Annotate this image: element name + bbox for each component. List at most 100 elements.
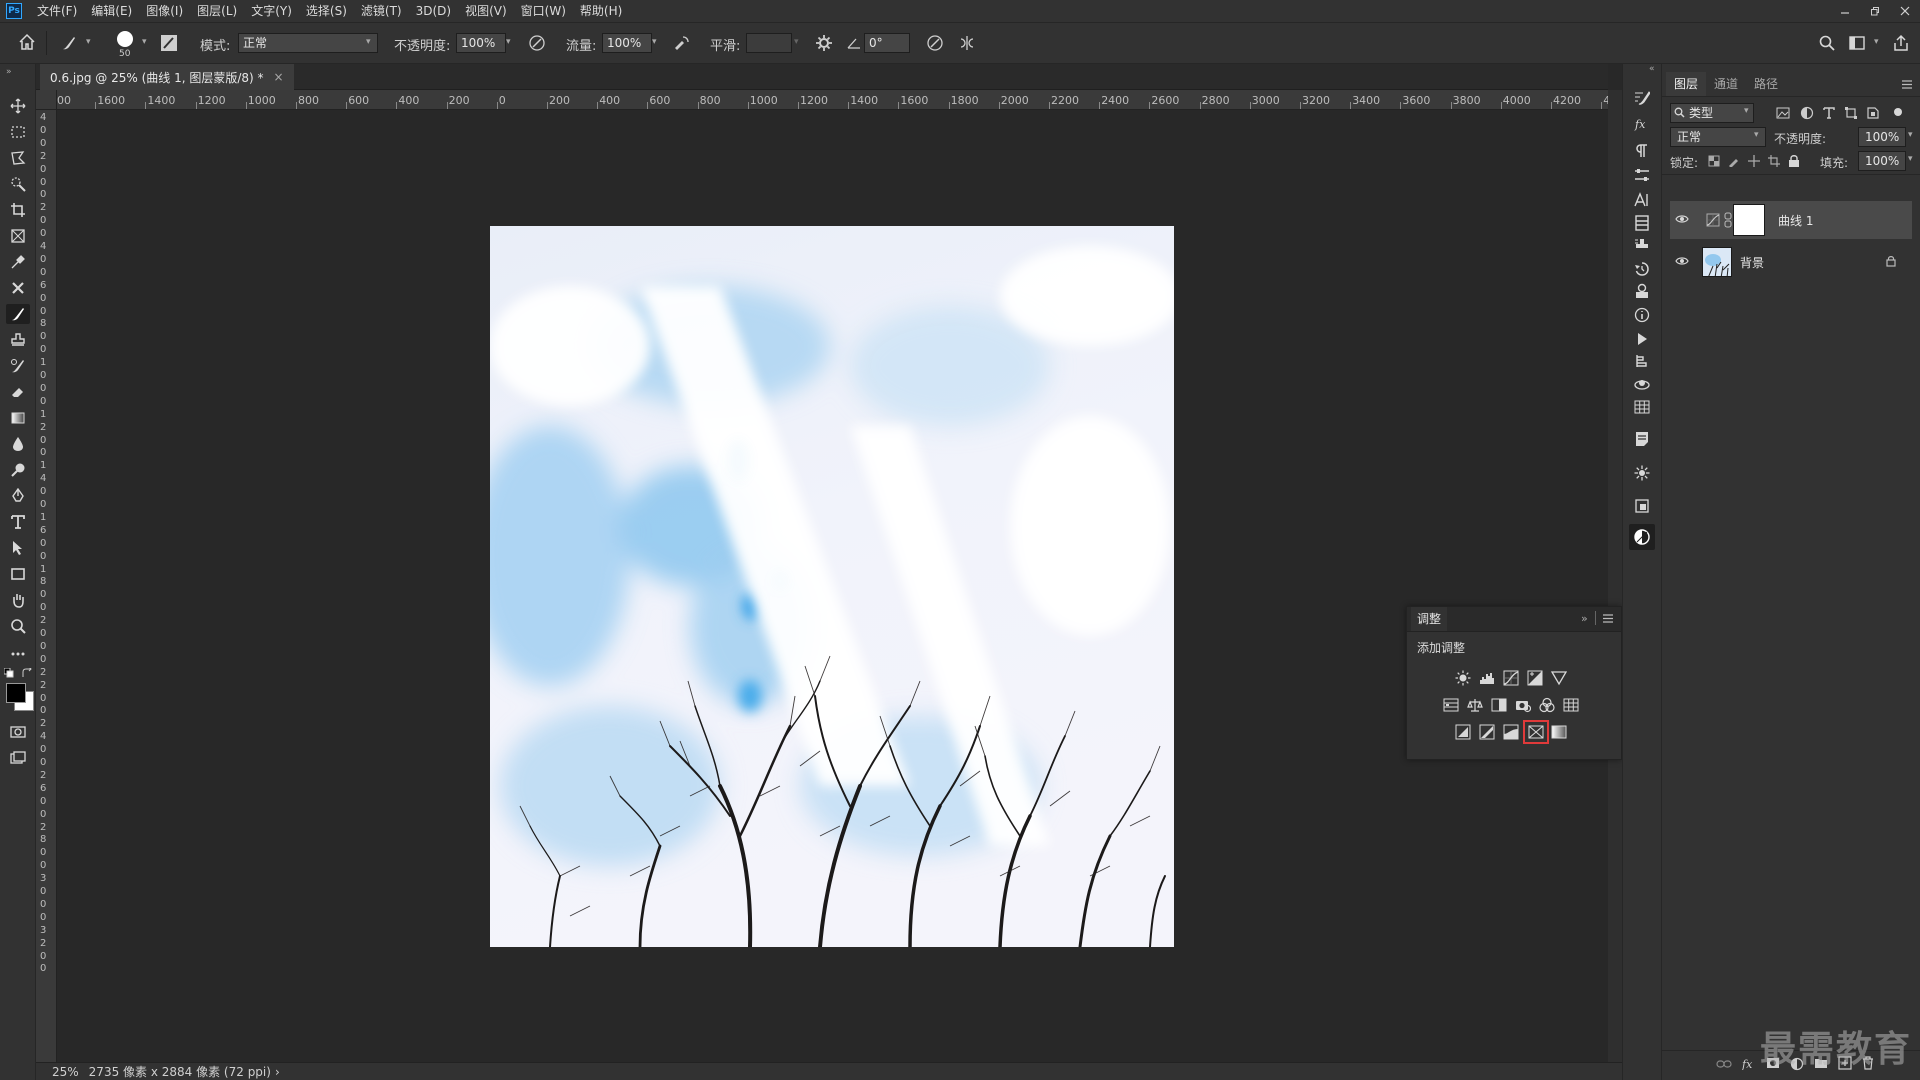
paragraph-icon[interactable] <box>1633 142 1651 160</box>
menu-filter[interactable]: 滤镜(T) <box>354 0 409 22</box>
status-arrow-icon[interactable]: › <box>275 1065 280 1079</box>
menu-help[interactable]: 帮助(H) <box>573 0 629 22</box>
exposure-icon[interactable] <box>1527 670 1543 686</box>
filter-type-icon[interactable] <box>1822 106 1836 120</box>
minimize-icon[interactable] <box>1830 0 1860 22</box>
visibility-eye-icon[interactable] <box>1675 255 1689 267</box>
document-image[interactable] <box>490 226 1174 947</box>
vertical-scrollbar[interactable] <box>1608 90 1622 1062</box>
filter-toggle-icon[interactable] <box>1894 108 1902 116</box>
lock-transparency-icon[interactable] <box>1708 155 1720 167</box>
brightness-icon[interactable] <box>1455 670 1471 686</box>
black-white-icon[interactable] <box>1491 697 1507 713</box>
hue-saturation-icon[interactable] <box>1443 697 1459 713</box>
brush-settings-icon[interactable] <box>160 34 178 52</box>
pressure-opacity-icon[interactable] <box>528 34 546 52</box>
chevron-down-icon[interactable]: ▾ <box>652 37 657 47</box>
threshold-icon[interactable] <box>1503 724 1519 740</box>
path-selection-tool-icon[interactable] <box>8 538 28 558</box>
more-tools-icon[interactable] <box>8 644 28 664</box>
chevron-down-icon[interactable]: ▾ <box>142 37 147 47</box>
gradient-map-button[interactable] <box>1523 720 1549 744</box>
menu-image[interactable]: 图像(I) <box>139 0 190 22</box>
tab-layers[interactable]: 图层 <box>1666 72 1707 96</box>
layer-thumbnail[interactable] <box>1702 247 1732 277</box>
flow-input[interactable]: 100% <box>602 33 652 53</box>
screen-mode-icon[interactable] <box>8 748 28 768</box>
tab-channels[interactable]: 通道 <box>1706 72 1746 96</box>
zoom-tool-icon[interactable] <box>8 616 28 636</box>
lock-artboard-icon[interactable] <box>1768 155 1780 167</box>
vibrance-icon[interactable] <box>1551 670 1567 686</box>
adjustments-tab[interactable]: 调整 <box>1411 607 1448 631</box>
visibility-eye-icon[interactable] <box>1675 213 1689 225</box>
quick-select-tool-icon[interactable] <box>8 174 28 194</box>
eyedropper-tool-icon[interactable] <box>8 252 28 272</box>
measurement-log-icon[interactable] <box>1633 398 1651 416</box>
libraries-icon[interactable] <box>1633 214 1651 232</box>
restore-icon[interactable] <box>1860 0 1890 22</box>
pressure-size-icon[interactable] <box>926 34 944 52</box>
color-lookup-icon[interactable] <box>1563 697 1579 713</box>
angle-input[interactable]: 0° <box>864 33 910 53</box>
info-icon[interactable] <box>1633 306 1651 324</box>
close-tab-icon[interactable]: × <box>274 70 284 84</box>
pen-tool-icon[interactable] <box>8 486 28 506</box>
rectangle-tool-icon[interactable] <box>8 564 28 584</box>
levels-icon[interactable] <box>1479 670 1495 686</box>
airbrush-icon[interactable] <box>672 34 690 52</box>
tab-paths[interactable]: 路径 <box>1746 72 1786 96</box>
lock-icon[interactable] <box>1886 255 1896 267</box>
history-icon[interactable] <box>1633 260 1651 278</box>
styles-icon[interactable]: fx <box>1633 114 1651 132</box>
lock-all-icon[interactable] <box>1788 154 1800 167</box>
dodge-tool-icon[interactable] <box>8 460 28 480</box>
layer-opacity-input[interactable]: 100% <box>1858 127 1906 147</box>
layer-name[interactable]: 背景 <box>1740 254 1764 271</box>
invert-icon[interactable] <box>1455 724 1471 740</box>
workspace-icon[interactable] <box>1848 34 1866 52</box>
collapse-icon[interactable]: » <box>6 67 12 77</box>
move-tool-icon[interactable] <box>8 96 28 116</box>
menu-window[interactable]: 窗口(W) <box>514 0 573 22</box>
hand-tool-icon[interactable] <box>8 590 28 610</box>
marquee-tool-icon[interactable] <box>8 122 28 142</box>
glyphs-icon[interactable] <box>1633 497 1651 515</box>
mode-select[interactable]: 正常 <box>238 33 378 53</box>
default-colors-icon[interactable] <box>4 668 14 678</box>
lasso-tool-icon[interactable] <box>8 148 28 168</box>
crop-tool-icon[interactable] <box>8 200 28 220</box>
share-icon[interactable] <box>1892 34 1910 52</box>
3d-icon[interactable] <box>1633 375 1651 393</box>
character-icon[interactable] <box>1633 191 1651 209</box>
menu-select[interactable]: 选择(S) <box>299 0 354 22</box>
collapse-icon[interactable]: « <box>1649 64 1655 74</box>
panel-menu-icon[interactable] <box>1603 614 1613 623</box>
link-icon[interactable] <box>1724 212 1732 228</box>
smoothing-input[interactable] <box>746 33 792 53</box>
actions-icon[interactable] <box>1633 282 1651 300</box>
filter-shape-icon[interactable] <box>1844 106 1858 120</box>
close-icon[interactable] <box>1890 0 1920 22</box>
lock-position-icon[interactable] <box>1748 155 1760 167</box>
frame-tool-icon[interactable] <box>8 226 28 246</box>
brush-settings-panel-icon[interactable] <box>1633 88 1651 106</box>
photo-filter-icon[interactable] <box>1515 697 1531 713</box>
menu-type[interactable]: 文字(Y) <box>244 0 299 22</box>
blend-mode-select[interactable]: 正常 <box>1670 127 1766 147</box>
filter-smart-object-icon[interactable] <box>1866 106 1880 120</box>
gradient-tool-icon[interactable] <box>8 408 28 428</box>
filter-adjustment-icon[interactable] <box>1800 106 1814 120</box>
document-tab[interactable]: 0.6.jpg @ 25% (曲线 1, 图层蒙版/8) * × <box>40 64 294 90</box>
chevron-down-icon[interactable]: ▾ <box>1874 37 1879 47</box>
notes-icon[interactable] <box>1633 430 1651 448</box>
menu-view[interactable]: 视图(V) <box>458 0 514 22</box>
chevron-down-icon[interactable]: ▾ <box>1908 154 1913 164</box>
curves-icon[interactable] <box>1503 670 1519 686</box>
smoothing-settings-icon[interactable] <box>815 34 833 52</box>
layer-row-background[interactable]: 背景 <box>1670 243 1912 281</box>
menu-layer[interactable]: 图层(L) <box>190 0 244 22</box>
blur-tool-icon[interactable] <box>8 434 28 454</box>
healing-brush-tool-icon[interactable] <box>8 278 28 298</box>
symmetry-icon[interactable] <box>958 34 976 52</box>
